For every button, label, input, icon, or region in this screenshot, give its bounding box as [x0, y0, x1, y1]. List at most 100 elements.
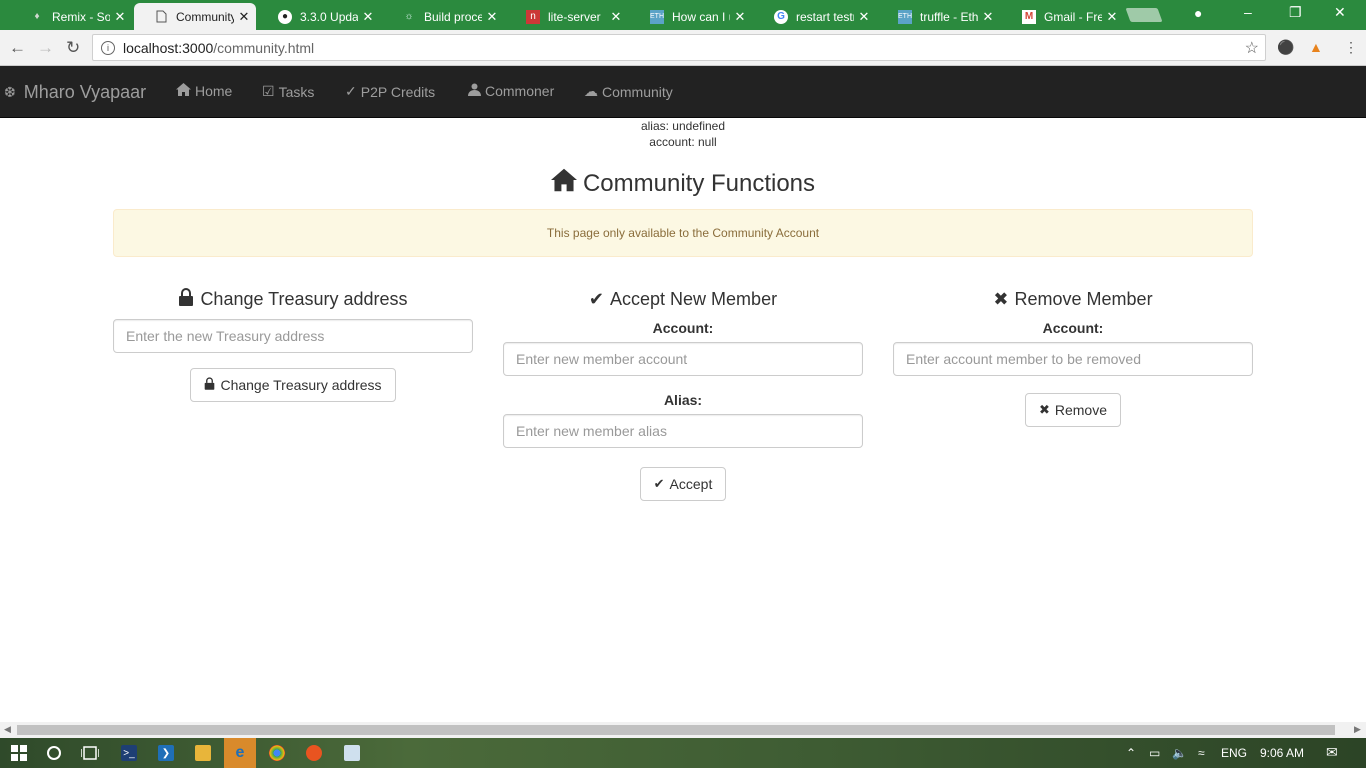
browser-tab[interactable]: ETH How can I u ✕: [630, 3, 752, 30]
address-bar[interactable]: i localhost:3000/community.html ☆: [92, 34, 1266, 61]
forward-icon[interactable]: →: [37, 38, 54, 58]
ubuntu-icon[interactable]: [306, 745, 322, 761]
close-icon[interactable]: ✕: [486, 9, 498, 25]
window-close-icon[interactable]: ✕: [1334, 4, 1346, 21]
close-icon[interactable]: ✕: [238, 9, 250, 25]
cloud-icon: ☁: [584, 83, 598, 99]
minimize-icon[interactable]: –: [1244, 4, 1252, 20]
remove-heading: ✖ Remove Member: [893, 286, 1253, 312]
browser-tab[interactable]: ● 3.3.0 Updat ✕: [258, 3, 380, 30]
info-icon[interactable]: i: [101, 40, 115, 55]
accept-account-label: Account:: [652, 320, 714, 336]
accept-alias-label: Alias:: [663, 392, 703, 408]
vscode-icon[interactable]: ❯: [158, 745, 174, 761]
x-icon: ✖: [1038, 402, 1050, 417]
browser-tab[interactable]: M Gmail - Free ✕: [1002, 3, 1124, 30]
grain-icon: ❆: [4, 84, 16, 100]
chrome-icon[interactable]: [269, 745, 285, 761]
tab-title: restart testr: [796, 9, 854, 24]
close-icon[interactable]: ✕: [734, 9, 746, 25]
language-indicator[interactable]: ENG: [1221, 746, 1247, 760]
nav-commoner[interactable]: Commoner: [468, 83, 554, 99]
wifi-icon[interactable]: ≈: [1198, 746, 1205, 760]
browser-tab[interactable]: ETH truffle - Eth ✕: [878, 3, 1000, 30]
new-member-alias-input[interactable]: [503, 414, 863, 448]
battery-icon[interactable]: ▭: [1149, 746, 1160, 760]
nav-community[interactable]: ☁ Community: [584, 83, 673, 100]
menu-dots-icon[interactable]: ⋮: [1344, 39, 1358, 56]
clock[interactable]: 9:06 AM: [1260, 746, 1304, 760]
tab-title: Community: [176, 9, 234, 24]
nav-home[interactable]: Home: [176, 83, 232, 99]
treasury-heading: Change Treasury address: [113, 286, 473, 312]
scroll-right-icon[interactable]: ▶: [1354, 724, 1361, 735]
remove-button[interactable]: ✖ Remove: [1025, 393, 1121, 427]
scrollbar-thumb[interactable]: [17, 725, 1335, 735]
tab-title: truffle - Eth: [920, 9, 978, 24]
task-view-icon[interactable]: [80, 743, 100, 763]
edge-browser-icon[interactable]: e: [224, 738, 256, 768]
npm-icon: n: [526, 9, 540, 24]
search-icon[interactable]: [45, 743, 63, 763]
tray-up-arrow-icon[interactable]: ⌃: [1126, 746, 1136, 760]
page-icon: [154, 10, 168, 24]
new-tab-button[interactable]: [1125, 8, 1163, 22]
check-square-icon: ☑: [262, 83, 275, 99]
bookmark-star-icon[interactable]: ☆: [1245, 38, 1259, 58]
browser-tab[interactable]: ☼ Build proce ✕: [382, 3, 504, 30]
page-title-text: Community Functions: [582, 169, 816, 197]
url-text[interactable]: localhost:3000/community.html: [123, 40, 314, 56]
nav-community-label: Community: [602, 83, 673, 100]
browser-tab[interactable]: ♦ Remix - Soli ✕: [10, 3, 132, 30]
nav-tasks[interactable]: ☑ Tasks: [262, 83, 314, 100]
windows-start-icon[interactable]: [10, 743, 28, 763]
tab-title: Gmail - Free: [1044, 9, 1102, 24]
shield-extension-icon[interactable]: ⚫: [1277, 39, 1294, 56]
remove-member-panel: ✖ Remove Member Account: ✖ Remove: [893, 286, 1253, 427]
reload-icon[interactable]: ↻: [66, 38, 80, 58]
restore-icon[interactable]: ❐: [1289, 4, 1302, 21]
warning-alert: This page only available to the Communit…: [113, 209, 1253, 257]
treasury-address-input[interactable]: [113, 319, 473, 353]
nav-p2p-credits[interactable]: ✓ P2P Credits: [345, 83, 435, 100]
close-icon[interactable]: ✕: [610, 9, 622, 25]
windows-taskbar: >_ ❯ e ⌃ ▭ 🔈 ≈ ENG 9:06 AM ✉: [0, 738, 1366, 768]
powershell-icon[interactable]: >_: [121, 745, 137, 761]
change-treasury-button-label: Change Treasury address: [220, 377, 382, 393]
accept-member-panel: ✔ Accept New Member Account: Alias: ✔ Ac…: [503, 286, 863, 501]
change-treasury-button[interactable]: Change Treasury address: [190, 368, 396, 402]
close-icon[interactable]: ✕: [362, 9, 374, 25]
horizontal-scrollbar[interactable]: ◀ ▶: [0, 722, 1366, 738]
accept-button[interactable]: ✔ Accept: [640, 467, 726, 501]
user-icon: [468, 83, 481, 99]
remove-member-account-input[interactable]: [893, 342, 1253, 376]
navbar-brand[interactable]: ❆ Mharo Vyapaar: [4, 82, 146, 103]
action-center-icon[interactable]: ✉: [1326, 744, 1338, 761]
metamask-fox-icon[interactable]: ▲: [1309, 39, 1323, 55]
volume-icon[interactable]: 🔈: [1172, 746, 1187, 760]
close-icon[interactable]: ✕: [1106, 9, 1118, 25]
file-explorer-icon[interactable]: [195, 745, 211, 761]
new-member-account-input[interactable]: [503, 342, 863, 376]
remove-button-label: Remove: [1054, 402, 1108, 418]
close-icon[interactable]: ✕: [982, 9, 994, 25]
back-icon[interactable]: ←: [9, 38, 26, 58]
truffle-icon: ☼: [404, 11, 414, 22]
x-icon: ✖: [993, 288, 1009, 309]
edge-e-icon: e: [235, 744, 245, 761]
scroll-left-icon[interactable]: ◀: [4, 724, 11, 735]
site-navbar: ❆ Mharo Vyapaar Home ☑ Tasks ✓ P2P Credi…: [0, 66, 1366, 118]
profile-icon[interactable]: ●: [1194, 5, 1202, 21]
checkmark-icon: ✔: [653, 476, 665, 491]
tab-title: lite-server: [548, 9, 601, 24]
close-icon[interactable]: ✕: [858, 9, 870, 25]
close-icon[interactable]: ✕: [114, 9, 126, 25]
notepad-icon[interactable]: [344, 745, 360, 761]
browser-tab[interactable]: G restart testr ✕: [754, 3, 876, 30]
nav-home-label: Home: [195, 83, 233, 99]
url-host: localhost:3000: [123, 39, 214, 56]
thumbs-up-icon: ✓: [345, 83, 357, 99]
page-title: Community Functions: [0, 168, 1366, 199]
browser-tab[interactable]: n lite-server ✕: [506, 3, 628, 30]
browser-tab-active[interactable]: Community ✕: [134, 3, 256, 30]
